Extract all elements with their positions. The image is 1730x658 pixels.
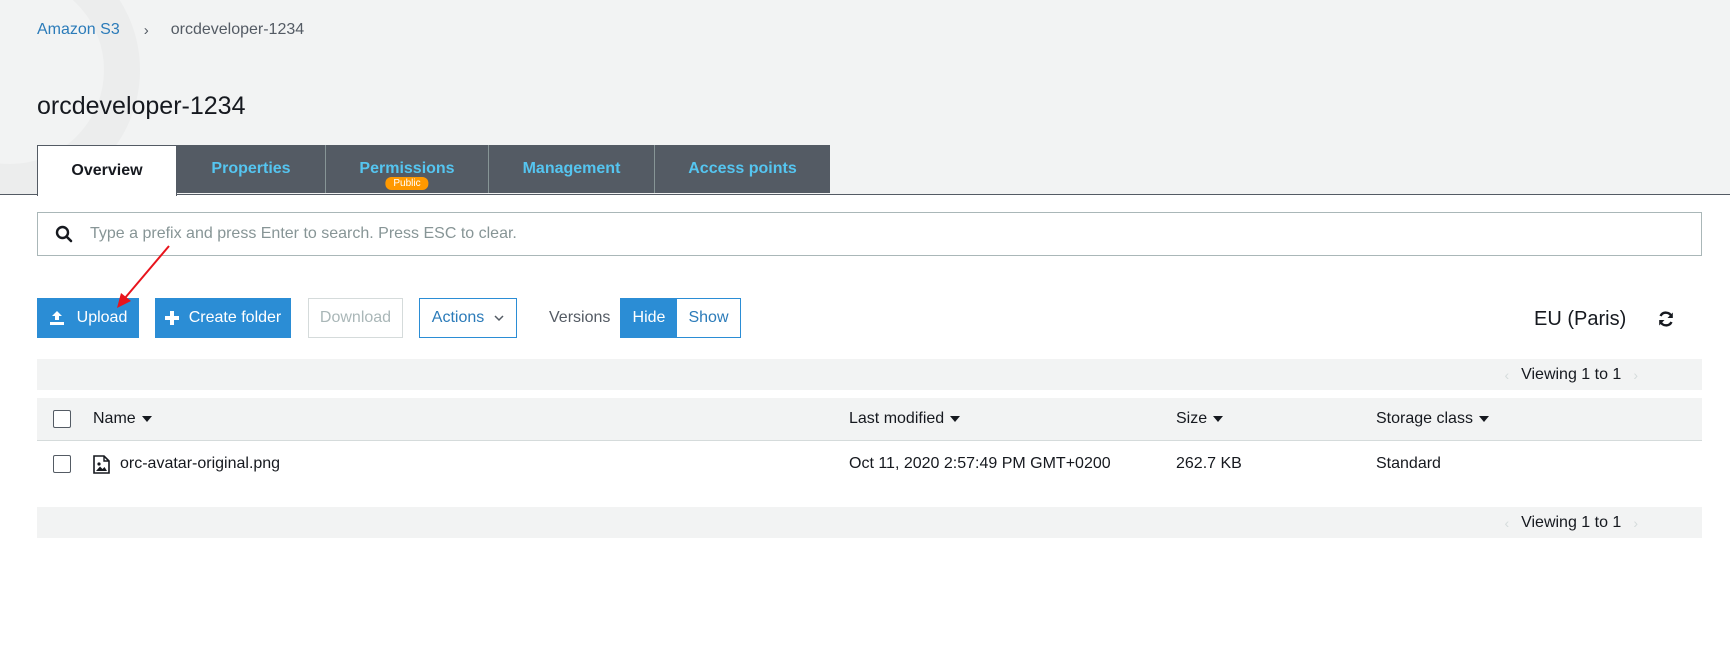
prev-page-icon[interactable]: ‹ xyxy=(1504,367,1509,383)
column-header-storage-class[interactable]: Storage class xyxy=(1376,398,1489,440)
column-label: Storage class xyxy=(1376,410,1473,427)
tab-overview[interactable]: Overview xyxy=(37,145,177,196)
row-select-cell xyxy=(53,442,71,486)
sort-caret-icon xyxy=(1213,416,1224,422)
pager-text: Viewing 1 to 1 xyxy=(1521,366,1622,383)
column-header-size[interactable]: Size xyxy=(1176,398,1224,440)
plus-icon xyxy=(164,311,179,325)
tab-access-points[interactable]: Access points xyxy=(655,145,830,193)
toolbar: Upload Create folder Download Actions Ve… xyxy=(37,298,1702,338)
actions-label: Actions xyxy=(431,309,485,326)
file-name: orc-avatar-original.png xyxy=(120,455,281,472)
breadcrumb-current: orcdeveloper-1234 xyxy=(170,21,305,38)
sort-caret-icon xyxy=(141,416,152,422)
search-box xyxy=(37,212,1702,256)
upload-icon xyxy=(49,310,65,326)
tab-label: Permissions xyxy=(359,160,455,177)
tab-label: Properties xyxy=(211,160,291,177)
versions-label: Versions xyxy=(549,309,611,326)
table-row[interactable]: orc-avatar-original.png Oct 11, 2020 2:5… xyxy=(37,442,1702,486)
select-all-cell xyxy=(53,398,71,440)
show-versions-button[interactable]: Show xyxy=(677,299,740,337)
storage-class-cell: Standard xyxy=(1376,455,1441,472)
tab-label: Management xyxy=(522,160,621,177)
search-input[interactable] xyxy=(90,214,1701,254)
page-title: orcdeveloper-1234 xyxy=(37,92,246,120)
versions-toggle: Hide Show xyxy=(620,298,741,338)
pager: ‹ Viewing 1 to 1 › xyxy=(1492,514,1650,532)
search-icon xyxy=(38,225,90,243)
sort-caret-icon xyxy=(1478,416,1489,422)
column-header-last-modified[interactable]: Last modified xyxy=(849,398,961,440)
upload-label: Upload xyxy=(76,309,128,326)
create-folder-label: Create folder xyxy=(188,309,282,326)
tab-bar: Overview Properties Permissions Public M… xyxy=(37,145,830,196)
tab-label: Access points xyxy=(688,160,797,177)
row-checkbox[interactable] xyxy=(53,455,71,473)
tab-permissions[interactable]: Permissions Public xyxy=(326,145,489,193)
public-badge: Public xyxy=(385,177,429,190)
breadcrumb: Amazon S3 › orcdeveloper-1234 xyxy=(37,21,304,39)
prev-page-icon[interactable]: ‹ xyxy=(1504,515,1509,531)
tab-management[interactable]: Management xyxy=(489,145,655,193)
hide-versions-button[interactable]: Hide xyxy=(621,299,677,337)
column-label: Size xyxy=(1176,410,1208,427)
tab-label: Overview xyxy=(71,162,143,179)
download-button[interactable]: Download xyxy=(308,298,403,338)
pager: ‹ Viewing 1 to 1 › xyxy=(1492,366,1650,384)
chevron-right-icon: › xyxy=(143,21,149,39)
breadcrumb-root-link[interactable]: Amazon S3 xyxy=(37,21,120,39)
column-header-name[interactable]: Name xyxy=(93,398,152,440)
upload-button[interactable]: Upload xyxy=(37,298,139,338)
create-folder-button[interactable]: Create folder xyxy=(155,298,291,338)
pagination-top: ‹ Viewing 1 to 1 › xyxy=(37,359,1702,390)
select-all-checkbox[interactable] xyxy=(53,410,71,428)
download-label: Download xyxy=(319,309,392,326)
chevron-down-icon xyxy=(494,314,504,322)
refresh-icon[interactable] xyxy=(1657,310,1675,333)
actions-dropdown[interactable]: Actions xyxy=(419,298,517,338)
tab-properties[interactable]: Properties xyxy=(177,145,326,193)
next-page-icon[interactable]: › xyxy=(1633,367,1638,383)
column-label: Name xyxy=(93,410,136,427)
table-header: Name Last modified Size Storage class xyxy=(37,398,1702,441)
size-cell: 262.7 KB xyxy=(1176,455,1242,472)
last-modified-cell: Oct 11, 2020 2:57:49 PM GMT+0200 xyxy=(849,455,1111,472)
pager-text: Viewing 1 to 1 xyxy=(1521,514,1622,531)
column-label: Last modified xyxy=(849,410,945,427)
pagination-bottom: ‹ Viewing 1 to 1 › xyxy=(37,507,1702,538)
sort-caret-icon xyxy=(950,416,961,422)
next-page-icon[interactable]: › xyxy=(1633,515,1638,531)
image-file-icon xyxy=(93,454,110,474)
region-label: EU (Paris) xyxy=(1534,308,1627,330)
file-name-cell[interactable]: orc-avatar-original.png xyxy=(93,442,280,486)
